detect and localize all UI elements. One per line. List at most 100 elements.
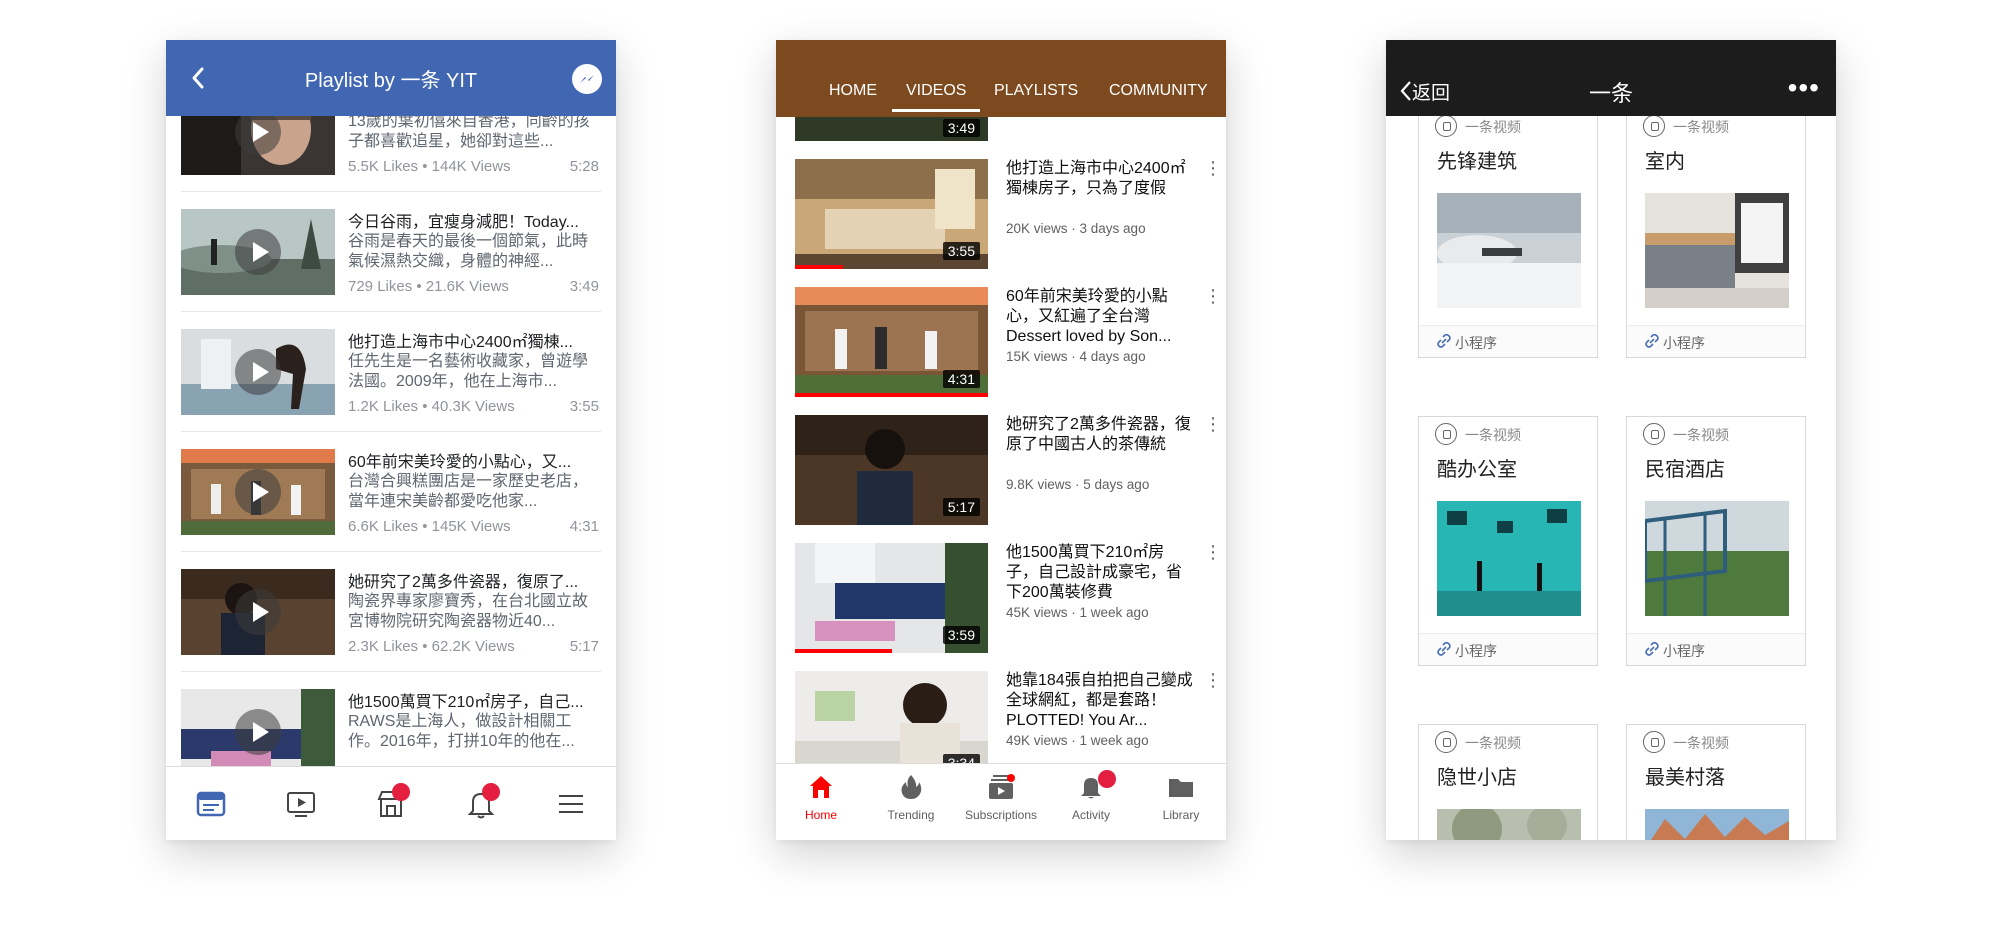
card-source: 一条视频 bbox=[1673, 119, 1729, 135]
nav-activity[interactable]: Activity bbox=[1046, 764, 1136, 840]
card-source: 一条视频 bbox=[1465, 427, 1521, 443]
watch-progress-bar bbox=[795, 649, 892, 653]
card-footer: 小程序 bbox=[1419, 325, 1597, 357]
nav-trending[interactable]: Trending bbox=[866, 764, 956, 840]
more-options-button[interactable]: ⋮ bbox=[1204, 159, 1222, 177]
list-item[interactable]: 5:17 她研究了2萬多件瓷器，復原了中國古人的茶傳統 9.8K views ·… bbox=[776, 415, 1226, 541]
wx-header: 返回 一条 ••• bbox=[1386, 40, 1836, 116]
list-item[interactable]: 13歲的葉初僖來自香港，同齡的孩子都喜歡追星，她卻對這些... 5.5K Lik… bbox=[181, 116, 601, 192]
video-duration: 3:49 bbox=[942, 119, 980, 137]
mini-program-card[interactable]: 一条视频 最美村落 bbox=[1626, 724, 1806, 840]
play-icon bbox=[235, 469, 281, 515]
card-image bbox=[1437, 193, 1581, 308]
list-item[interactable]: 今日谷雨，宜瘦身減肥！Today... 谷雨是春天的最後一個節氣，此時氣候濕熱交… bbox=[181, 192, 601, 312]
video-title: 她靠184張自拍把自己變成全球網紅，都是套路！PLOTTED! You Ar..… bbox=[1006, 672, 1193, 729]
video-duration: 5:17 bbox=[942, 498, 980, 516]
card-title: 室内 bbox=[1645, 151, 1685, 173]
mini-program-card[interactable]: 一条视频 先锋建筑 小程序 bbox=[1418, 116, 1598, 358]
video-thumbnail[interactable] bbox=[181, 329, 335, 415]
back-button[interactable] bbox=[184, 62, 214, 94]
video-thumbnail[interactable] bbox=[181, 689, 335, 766]
mini-program-card[interactable]: 一条视频 室内 小程序 bbox=[1626, 116, 1806, 358]
video-duration: 3:34 bbox=[942, 754, 980, 763]
play-icon bbox=[235, 349, 281, 395]
video-thumbnail[interactable] bbox=[181, 449, 335, 535]
nav-news-feed[interactable] bbox=[194, 787, 228, 821]
list-item[interactable]: 她研究了2萬多件瓷器，復原了... 陶瓷界專家廖寶秀，在台北國立故宮博物院研究陶… bbox=[181, 552, 601, 672]
mini-program-card[interactable]: 一条视频 酷办公室 小程序 bbox=[1418, 416, 1598, 666]
video-meta: 9.8K views · 5 days ago bbox=[1006, 477, 1150, 492]
list-item[interactable]: 3:34 她靠184張自拍把自己變成全球網紅，都是套路！PLOTTED! You… bbox=[776, 671, 1226, 763]
menu-icon bbox=[559, 794, 583, 813]
video-title: 他打造上海市中心2400㎡獨棟房子，只為了度假 bbox=[1006, 160, 1186, 197]
video-stats: 6.6K Likes • 145K Views bbox=[348, 518, 511, 535]
tab-playlists[interactable]: PLAYLISTS bbox=[994, 82, 1078, 100]
video-stats: 729 Likes • 21.6K Views bbox=[348, 278, 509, 295]
fb-header: Playlist by 一条 YIT bbox=[166, 40, 616, 116]
tab-community[interactable]: COMMUNITY bbox=[1109, 82, 1208, 100]
card-image bbox=[1437, 501, 1581, 616]
video-thumbnail[interactable] bbox=[181, 209, 335, 295]
list-item[interactable]: 他1500萬買下210㎡房子，自己... RAWS是上海人，做設計相關工作。20… bbox=[181, 672, 601, 766]
nav-library[interactable]: Library bbox=[1136, 764, 1226, 840]
mini-program-card[interactable]: 一条视频 隐世小店 bbox=[1418, 724, 1598, 840]
video-description: 陶瓷界專家廖寶秀，在台北國立故宮博物院研究陶瓷器物近40... bbox=[348, 593, 589, 630]
mini-program-card[interactable]: 一条视频 民宿酒店 小程序 bbox=[1626, 416, 1806, 666]
card-footer: 小程序 bbox=[1419, 633, 1597, 665]
video-duration: 3:55 bbox=[569, 398, 599, 415]
nav-watch[interactable] bbox=[284, 787, 318, 821]
video-title: 今日谷雨，宜瘦身減肥！Today... bbox=[348, 214, 579, 231]
messenger-button[interactable] bbox=[572, 64, 602, 94]
more-options-button[interactable]: ⋮ bbox=[1204, 543, 1222, 561]
video-thumbnail[interactable]: 3:49 bbox=[795, 117, 988, 141]
video-thumbnail[interactable]: 5:17 bbox=[795, 415, 988, 525]
link-icon bbox=[1437, 334, 1451, 348]
list-item[interactable]: 60年前宋美玲愛的小點心，又... 台灣合興糕團店是一家歷史老店，當年連宋美齡都… bbox=[181, 432, 601, 552]
nav-home[interactable]: Home bbox=[776, 764, 866, 840]
card-footer: 小程序 bbox=[1627, 325, 1805, 357]
video-thumbnail[interactable] bbox=[181, 569, 335, 655]
video-title: 60年前宋美玲愛的小點心，又紅遍了全台灣 Dessert loved by So… bbox=[1006, 288, 1172, 345]
list-item[interactable]: 他打造上海市中心2400㎡獨棟... 任先生是一名藝術收藏家，曾遊學法國。200… bbox=[181, 312, 601, 432]
notification-badge bbox=[1098, 770, 1116, 788]
video-thumbnail[interactable]: 3:55 bbox=[795, 159, 988, 269]
video-duration: 4:31 bbox=[569, 518, 599, 535]
video-stats: 2.3K Likes • 62.2K Views bbox=[348, 638, 515, 655]
nav-menu[interactable] bbox=[554, 787, 588, 821]
video-thumbnail[interactable]: 4:31 bbox=[795, 287, 988, 397]
more-options-button[interactable]: ⋮ bbox=[1204, 287, 1222, 305]
video-title: 她研究了2萬多件瓷器，復原了... bbox=[348, 574, 579, 591]
video-thumbnail[interactable] bbox=[181, 116, 335, 175]
tab-home[interactable]: HOME bbox=[829, 82, 877, 100]
video-description: 台灣合興糕團店是一家歷史老店，當年連宋美齡都愛吃他家... bbox=[348, 473, 589, 510]
video-thumbnail[interactable]: 3:59 bbox=[795, 543, 988, 653]
link-icon bbox=[1645, 642, 1659, 656]
folder-icon bbox=[1169, 779, 1193, 797]
facebook-playlist-screen: Playlist by 一条 YIT 13歲的葉初僖來自香港，同齡的孩子都喜歡追… bbox=[166, 40, 616, 840]
video-title: 他1500萬買下210㎡房子，自己設計成豪宅，省下200萬裝修費 bbox=[1006, 544, 1183, 601]
video-thumbnail[interactable]: 3:34 bbox=[795, 671, 988, 763]
nav-notifications[interactable] bbox=[464, 782, 500, 821]
more-options-button[interactable]: ••• bbox=[1788, 72, 1820, 104]
list-item[interactable]: 3:59 他1500萬買下210㎡房子，自己設計成豪宅，省下200萬裝修費 45… bbox=[776, 543, 1226, 669]
more-options-button[interactable]: ⋮ bbox=[1204, 415, 1222, 433]
tab-videos[interactable]: VIDEOS bbox=[891, 82, 982, 112]
video-list: 3:49 3:55 他打造上海市中心2400㎡獨棟房子，只為了度假 20K vi… bbox=[776, 117, 1226, 763]
yitiao-logo-icon bbox=[1435, 731, 1457, 753]
yitiao-logo-icon bbox=[1643, 116, 1665, 137]
more-options-button[interactable]: ⋮ bbox=[1204, 671, 1222, 689]
list-item[interactable]: 3:49 bbox=[776, 117, 1226, 157]
watch-icon bbox=[287, 791, 315, 817]
video-duration: 3:55 bbox=[942, 242, 980, 260]
yitiao-logo-icon bbox=[1643, 423, 1665, 445]
nav-subscriptions[interactable]: Subscriptions bbox=[956, 764, 1046, 840]
mini-program-grid: 一条视频 先锋建筑 小程序 一条视频 室内 小程序 一条视频 酷办公室 小程序 … bbox=[1386, 116, 1836, 840]
list-item[interactable]: 4:31 60年前宋美玲愛的小點心，又紅遍了全台灣 Dessert loved … bbox=[776, 287, 1226, 413]
video-description: RAWS是上海人，做設計相關工作。2016年，打拼10年的他在... bbox=[348, 713, 575, 750]
list-item[interactable]: 3:55 他打造上海市中心2400㎡獨棟房子，只為了度假 20K views ·… bbox=[776, 159, 1226, 285]
play-icon bbox=[235, 589, 281, 635]
nav-marketplace[interactable] bbox=[374, 782, 410, 821]
video-duration: 5:17 bbox=[569, 638, 599, 655]
card-source: 一条视频 bbox=[1673, 735, 1729, 751]
video-list: 13歲的葉初僖來自香港，同齡的孩子都喜歡追星，她卻對這些... 5.5K Lik… bbox=[166, 116, 616, 766]
